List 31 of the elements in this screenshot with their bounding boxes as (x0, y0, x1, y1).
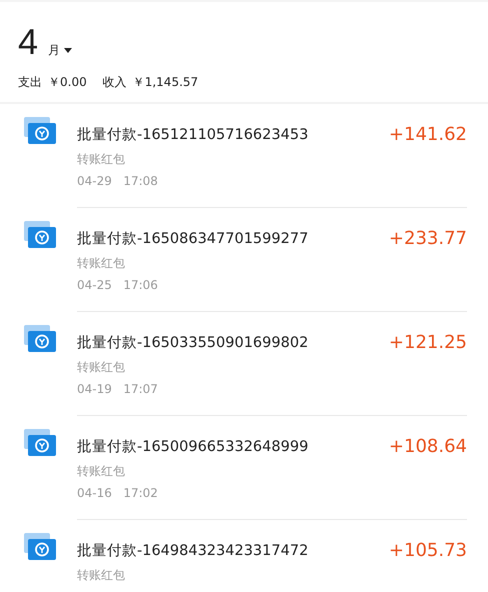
summary-label: 支出 (18, 74, 42, 91)
transfer-icon (24, 533, 57, 561)
transaction-title[interactable]: 批量付款-165086347701599277 (77, 228, 308, 250)
transaction-category: 转账红包 (77, 567, 126, 584)
summary-amount: ￥0.00 (48, 74, 87, 91)
transaction-amount: +233.77 (388, 228, 467, 251)
transaction-title[interactable]: 批量付款-164984323423317472 (77, 540, 308, 562)
transfer-icon (24, 221, 57, 249)
transaction-amount: +108.64 (388, 436, 467, 459)
month-unit[interactable]: 月 (48, 44, 60, 56)
transaction-time: 04-16 17:02 (77, 485, 159, 502)
transaction-amount: +141.62 (388, 124, 467, 147)
transfer-icon (24, 325, 57, 353)
caret-icon[interactable] (64, 48, 72, 53)
summary-label: 收入 (102, 74, 127, 91)
transaction-category: 转账红包 (77, 255, 126, 272)
transaction-title[interactable]: 批量付款-165121105716623453 (77, 124, 308, 146)
transfer-icon (24, 117, 57, 145)
transaction-amount: +121.25 (388, 332, 467, 355)
transaction-category: 转账红包 (77, 359, 126, 376)
summary-amount: ￥1,145.57 (132, 74, 198, 91)
transaction-title[interactable]: 批量付款-165033550901699802 (77, 332, 308, 354)
transaction-amount: +105.73 (388, 540, 467, 563)
month-number[interactable]: 4 (18, 22, 38, 62)
transaction-time: 04-19 17:07 (77, 381, 159, 398)
transaction-category: 转账红包 (77, 463, 126, 480)
transaction-category: 转账红包 (77, 151, 126, 168)
transaction-title[interactable]: 批量付款-165009665332648999 (77, 436, 308, 458)
transfer-icon (24, 429, 57, 457)
transaction-time: 04-29 17:08 (77, 173, 159, 190)
transaction-time: 04-25 17:06 (77, 277, 159, 294)
